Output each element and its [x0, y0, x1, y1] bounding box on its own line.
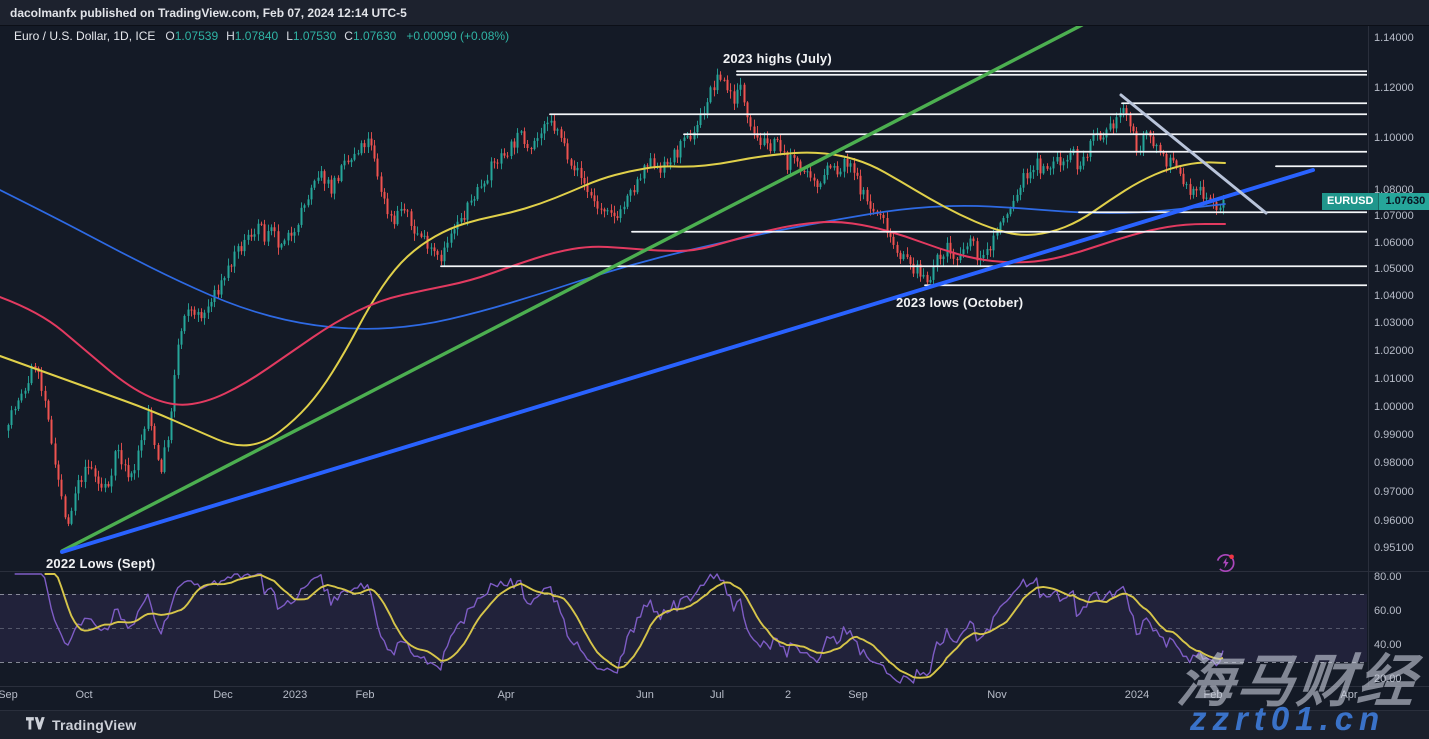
time-tick-label: Dec	[213, 689, 233, 701]
annotation-2022-lows: 2022 Lows (Sept)	[46, 556, 155, 571]
price-tick-label: 1.03000	[1374, 317, 1414, 329]
price-tick-label: 1.05000	[1374, 263, 1414, 275]
price-tick-label: 1.01000	[1374, 373, 1414, 385]
time-tick-label: Jun	[636, 689, 654, 701]
time-tick-label: Oct	[75, 689, 92, 701]
time-tick-label: Apr	[497, 689, 514, 701]
badge-price: 1.07630	[1378, 193, 1429, 210]
rsi-tick-label: 60.00	[1374, 605, 1402, 617]
price-tick-label: 0.99000	[1374, 429, 1414, 441]
price-tick-label: 1.10000	[1374, 132, 1414, 144]
time-tick-label: Feb	[356, 689, 375, 701]
price-tick-label: 1.07000	[1374, 210, 1414, 222]
tradingview-brand-text[interactable]: TradingView	[52, 717, 136, 733]
price-tick-label: 0.96000	[1374, 515, 1414, 527]
price-tick-label: 0.95100	[1374, 542, 1414, 554]
time-tick-label: Nov	[987, 689, 1007, 701]
flash-idea-icon[interactable]	[1215, 552, 1237, 574]
notification-dot	[1229, 555, 1234, 560]
price-tick-label: 1.06000	[1374, 237, 1414, 249]
last-price-badge: EURUSD 1.07630	[1322, 193, 1429, 210]
time-tick-label: Jul	[710, 689, 724, 701]
attribution-text: dacolmanfx published on TradingView.com,…	[10, 6, 407, 20]
price-tick-label: 0.98000	[1374, 457, 1414, 469]
ohlc-low: L1.07530	[286, 29, 336, 43]
annotation-2023-highs: 2023 highs (July)	[723, 51, 832, 66]
time-tick-label: 2024	[1125, 689, 1149, 701]
time-tick-label: 2	[785, 689, 791, 701]
price-tick-label: 1.00000	[1374, 401, 1414, 413]
price-tick-label: 1.12000	[1374, 82, 1414, 94]
price-tick-label: 0.97000	[1374, 486, 1414, 498]
time-tick-label: Sep	[848, 689, 868, 701]
time-tick-label: Sep	[0, 689, 18, 701]
attribution-bar: dacolmanfx published on TradingView.com,…	[0, 0, 1429, 26]
ohlc-high: H1.07840	[226, 29, 278, 43]
price-tick-label: 1.04000	[1374, 290, 1414, 302]
rsi-tick-label: 80.00	[1374, 571, 1402, 583]
ohlc-open: O1.07539	[165, 29, 218, 43]
ohlc-close: C1.07630	[344, 29, 396, 43]
tradingview-logo-icon[interactable]	[26, 717, 45, 733]
badge-symbol: EURUSD	[1322, 193, 1378, 210]
time-tick-label: 2023	[283, 689, 307, 701]
annotation-2023-lows: 2023 lows (October)	[896, 295, 1023, 310]
tradingview-snapshot: dacolmanfx published on TradingView.com,…	[0, 0, 1429, 739]
symbol-legend[interactable]: Euro / U.S. Dollar, 1D, ICE O1.07539 H1.07…	[14, 29, 509, 43]
change-value: +0.00090 (+0.08%)	[406, 29, 509, 43]
lightning-bolt-icon	[1223, 558, 1229, 569]
symbol-title[interactable]: Euro / U.S. Dollar, 1D, ICE	[14, 29, 155, 43]
price-tick-label: 1.02000	[1374, 345, 1414, 357]
price-tick-label: 1.14000	[1374, 32, 1414, 44]
watermark-url: zzrt01.cn	[1190, 700, 1385, 738]
chart-canvas[interactable]	[0, 0, 1429, 739]
